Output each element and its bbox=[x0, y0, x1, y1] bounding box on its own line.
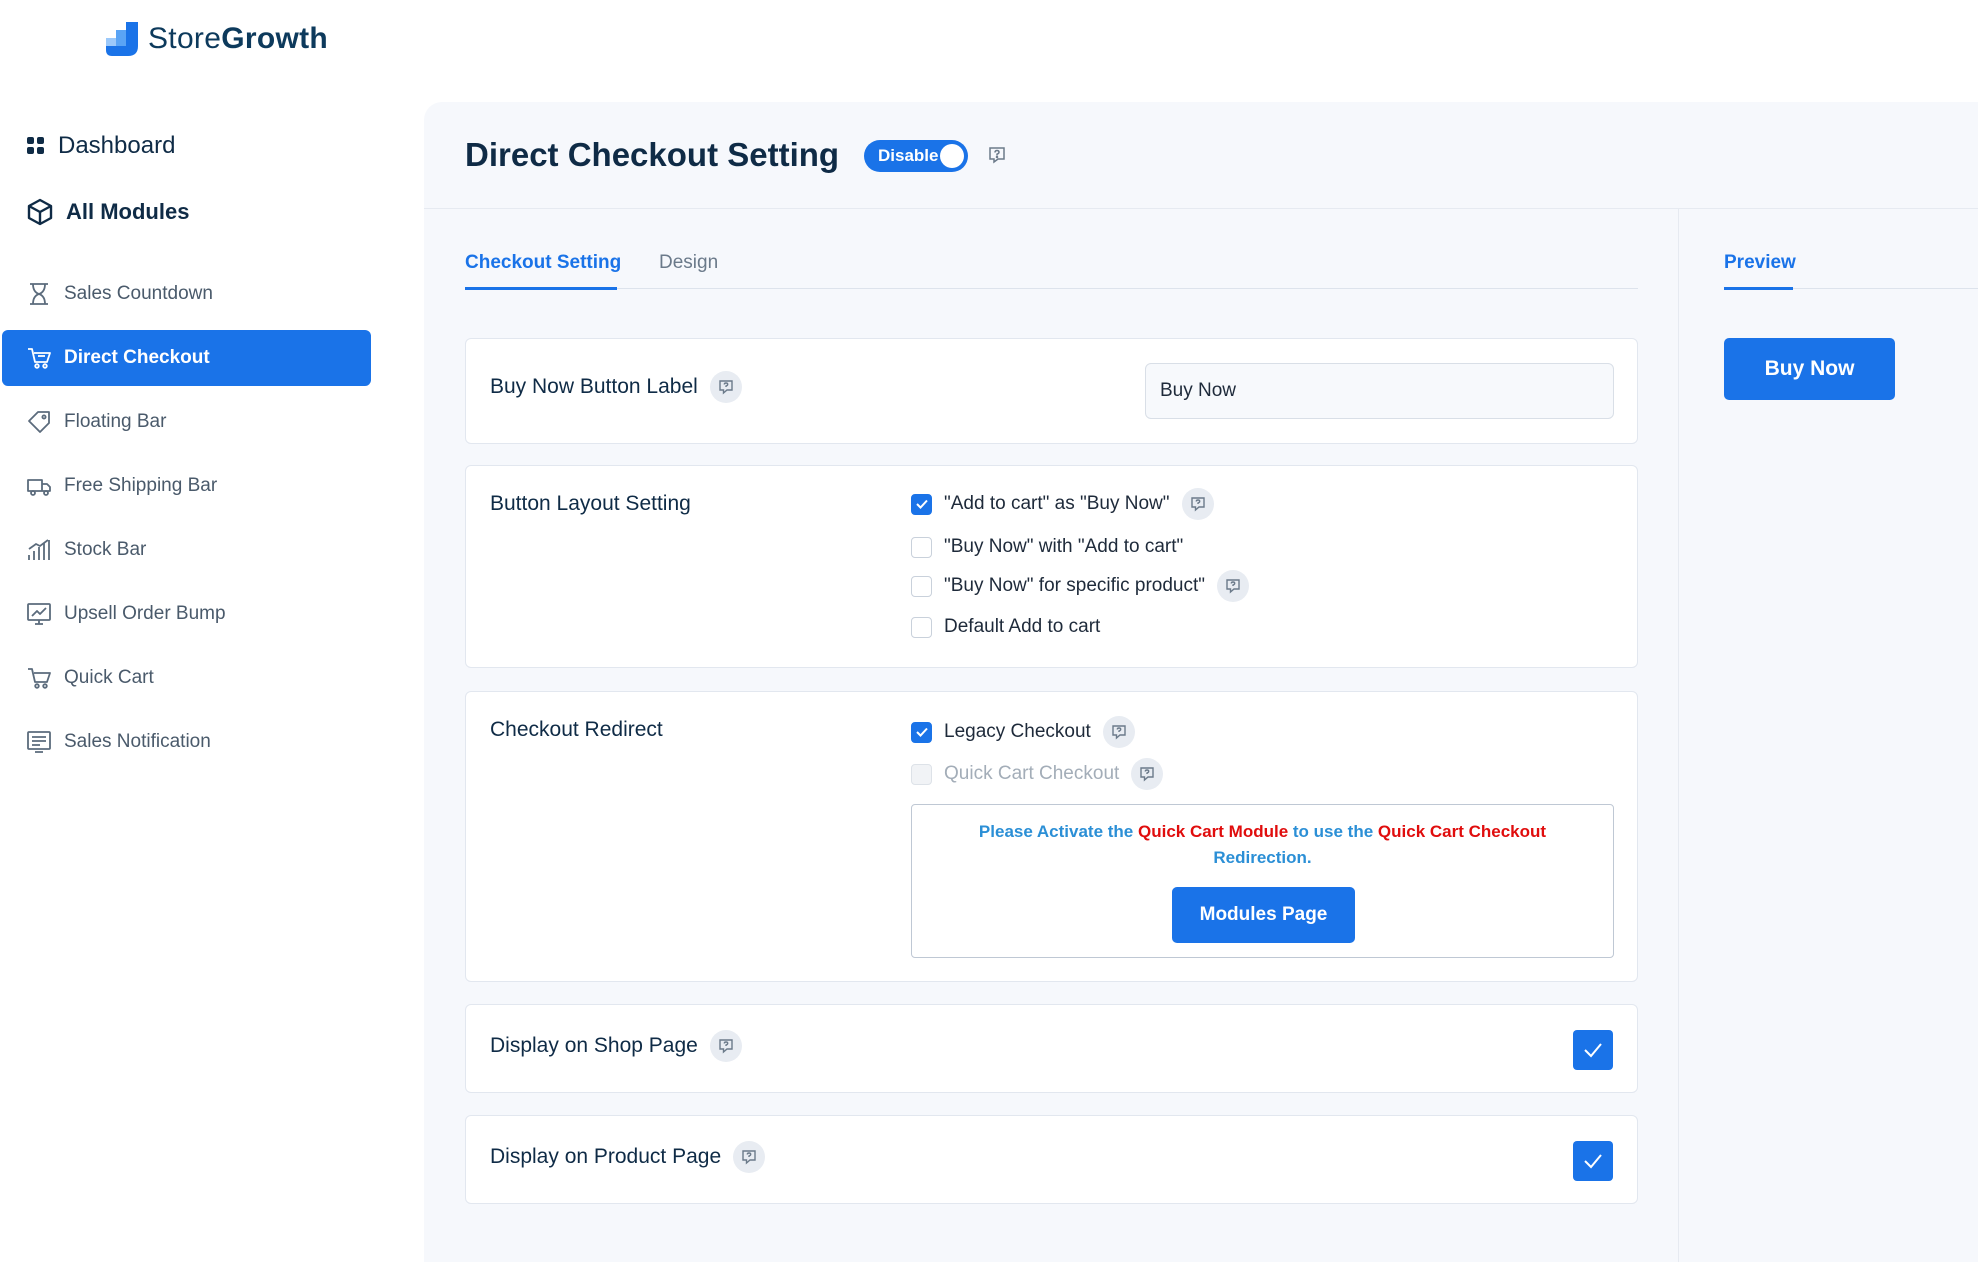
preview-column-divider bbox=[1678, 208, 1679, 1262]
help-icon[interactable] bbox=[1181, 488, 1214, 520]
brand-logo[interactable]: StoreGrowth bbox=[104, 20, 328, 58]
buy-now-label-input[interactable] bbox=[1145, 363, 1614, 419]
display-product-heading: Display on Product Page bbox=[490, 1141, 766, 1173]
help-icon[interactable] bbox=[1217, 570, 1249, 602]
sidebar: StoreGrowth Dashboard All Modules Sales … bbox=[0, 0, 420, 1262]
checkbox-checked[interactable] bbox=[911, 493, 932, 515]
preview-tab-indicator bbox=[1724, 287, 1793, 290]
brand-name: StoreGrowth bbox=[148, 22, 329, 55]
help-icon[interactable] bbox=[1102, 716, 1135, 748]
layout-option-buy-now-with-add-to-cart[interactable]: "Buy Now" with "Add to cart" bbox=[911, 536, 1183, 558]
module-toggle[interactable]: Disable bbox=[864, 140, 968, 172]
display-product-checkbox[interactable] bbox=[1573, 1141, 1613, 1181]
notification-icon bbox=[27, 731, 51, 753]
card-checkout-redirect: Checkout Redirect Legacy Checkout Quick … bbox=[465, 691, 1638, 982]
card-buy-now-label: Buy Now Button Label bbox=[465, 338, 1638, 444]
grid-icon bbox=[27, 137, 44, 154]
bar-chart-icon bbox=[28, 539, 50, 560]
nav-dashboard-label: Dashboard bbox=[58, 132, 176, 159]
button-layout-heading: Button Layout Setting bbox=[490, 492, 691, 515]
checkout-redirect-heading: Checkout Redirect bbox=[490, 718, 663, 741]
buy-now-label-heading: Buy Now Button Label bbox=[490, 371, 742, 403]
checkbox-unchecked[interactable] bbox=[911, 616, 932, 638]
checkbox-disabled bbox=[911, 763, 932, 785]
quick-cart-notice: Please Activate the Quick Cart Module to… bbox=[911, 804, 1614, 958]
sidebar-item-quick-cart[interactable]: Quick Cart bbox=[2, 650, 371, 706]
sidebar-item-direct-checkout[interactable]: Direct Checkout bbox=[2, 330, 371, 386]
check-icon bbox=[1584, 1154, 1602, 1169]
layout-option-buy-now-specific-product[interactable]: "Buy Now" for specific product" bbox=[911, 570, 1249, 602]
tab-preview[interactable]: Preview bbox=[1724, 252, 1796, 274]
sidebar-item-upsell-order-bump[interactable]: Upsell Order Bump bbox=[2, 586, 371, 642]
truck-icon bbox=[27, 479, 51, 496]
sidebar-item-sales-countdown[interactable]: Sales Countdown bbox=[2, 266, 371, 322]
layout-option-add-to-cart-as-buy-now[interactable]: "Add to cart" as "Buy Now" bbox=[911, 488, 1214, 520]
sidebar-item-stock-bar[interactable]: Stock Bar bbox=[2, 522, 371, 578]
tag-icon bbox=[28, 411, 50, 433]
layout-option-default-add-to-cart[interactable]: Default Add to cart bbox=[911, 616, 1100, 638]
redirect-option-legacy-checkout[interactable]: Legacy Checkout bbox=[911, 716, 1135, 748]
trend-icon bbox=[27, 603, 51, 625]
sidebar-item-sales-notification[interactable]: Sales Notification bbox=[2, 714, 371, 770]
help-icon[interactable] bbox=[733, 1141, 766, 1173]
redirect-option-quick-cart-checkout: Quick Cart Checkout bbox=[911, 758, 1164, 790]
toggle-knob bbox=[940, 144, 964, 168]
checkbox-unchecked[interactable] bbox=[911, 575, 932, 597]
nav-dashboard[interactable]: Dashboard bbox=[26, 132, 175, 160]
checkbox-checked[interactable] bbox=[911, 721, 932, 743]
tab-checkout-setting[interactable]: Checkout Setting bbox=[465, 252, 621, 274]
card-button-layout: Button Layout Setting "Add to cart" as "… bbox=[465, 465, 1638, 668]
card-display-shop: Display on Shop Page bbox=[465, 1004, 1638, 1093]
preview-buy-now-button[interactable]: Buy Now bbox=[1724, 338, 1895, 400]
tabs-divider bbox=[465, 288, 1638, 289]
sidebar-item-free-shipping-bar[interactable]: Free Shipping Bar bbox=[2, 458, 371, 514]
card-display-product: Display on Product Page bbox=[465, 1115, 1638, 1204]
cart-icon bbox=[28, 348, 51, 369]
tab-active-indicator bbox=[465, 287, 617, 290]
sidebar-item-floating-bar[interactable]: Floating Bar bbox=[2, 394, 371, 450]
checkbox-unchecked[interactable] bbox=[911, 536, 932, 558]
nav-all-modules-label: All Modules bbox=[66, 199, 190, 224]
help-icon[interactable] bbox=[1131, 758, 1164, 790]
cart-icon bbox=[28, 668, 51, 689]
tab-design[interactable]: Design bbox=[659, 252, 718, 274]
help-icon[interactable] bbox=[987, 145, 1007, 165]
module-toggle-label: Disable bbox=[878, 146, 939, 165]
notice-text: Please Activate the Quick Cart Module to… bbox=[978, 822, 1547, 867]
page-title: Direct Checkout Setting bbox=[465, 136, 840, 173]
help-icon[interactable] bbox=[709, 371, 742, 403]
modules-page-button[interactable]: Modules Page bbox=[1172, 887, 1355, 943]
nav-all-modules[interactable]: All Modules bbox=[26, 198, 189, 226]
help-icon[interactable] bbox=[709, 1030, 742, 1062]
storegrowth-logo-icon bbox=[106, 22, 138, 56]
hourglass-icon bbox=[30, 283, 48, 305]
display-shop-checkbox[interactable] bbox=[1573, 1030, 1613, 1070]
header-divider bbox=[424, 208, 1978, 209]
display-shop-heading: Display on Shop Page bbox=[490, 1030, 742, 1062]
cube-icon bbox=[27, 198, 53, 226]
check-icon bbox=[1584, 1043, 1602, 1058]
